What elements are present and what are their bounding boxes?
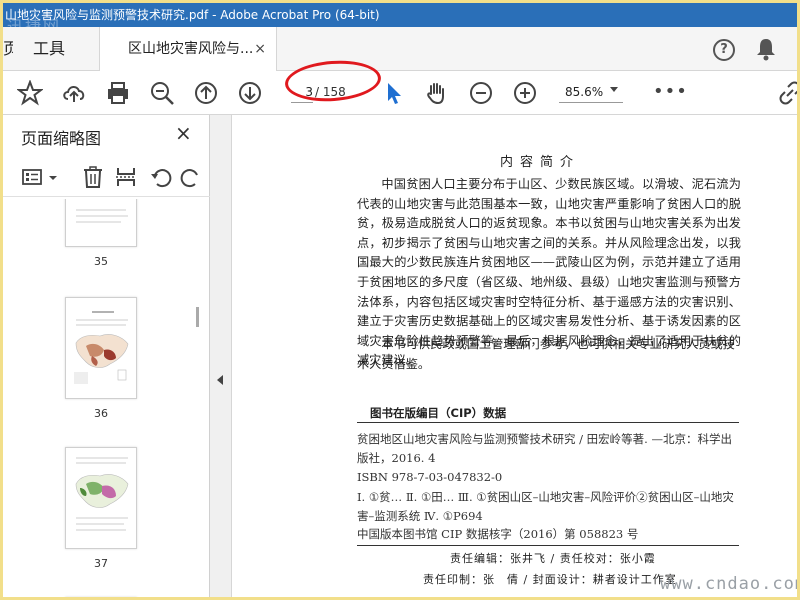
rotate-left-icon[interactable] [149,165,173,189]
chevron-down-icon[interactable] [610,87,618,92]
thumbnail-options-icon[interactable] [21,165,45,189]
panel-toolbar [3,159,210,197]
tab-home[interactable]: 页 [3,27,13,71]
page-heading: 内容简介 [500,155,581,170]
panel-title: 页面缩略图 [21,129,102,148]
bell-icon[interactable] [755,37,777,61]
panel-splitter[interactable] [210,115,232,597]
previous-page-icon[interactable] [193,80,219,106]
pdf-page: 内容简介 中国贫困人口主要分布于山区、少数民族区域。以滑坡、泥石流为代表的山地灾… [232,115,800,597]
print-credits: 责任印制：张 倩 / 封面设计：耕者设计工作室 [423,573,677,586]
tab-tools[interactable]: 工具 [33,27,65,71]
rotate-right-icon[interactable] [179,165,203,189]
thumbnails-panel: 页面缩略图 × 35 36 37 [3,115,210,597]
extract-page-icon[interactable] [114,165,138,189]
toolbar: 3 / 158 85.6% ••• [3,71,797,115]
tab-document[interactable]: 区山地灾害风险与... × [99,27,277,72]
app-window: 山地灾害风险与监测预警技术研究.pdf - Adobe Acrobat Pro … [0,0,800,600]
zoom-in-icon[interactable] [512,80,538,106]
link-icon[interactable] [777,80,797,106]
thumbnail-label: 35 [94,255,108,268]
zoom-level-select[interactable]: 85.6% [559,81,623,103]
thumbnail-list: 35 36 37 [3,199,203,597]
cip-title: 图书在版编目（CIP）数据 [370,406,507,420]
window-title: 山地灾害风险与监测预警技术研究.pdf - Adobe Acrobat Pro … [5,8,380,22]
zoom-out-icon[interactable] [468,80,494,106]
cip-number: 中国版本图书馆 CIP 数据核字（2016）第 058823 号 [357,527,639,541]
audience-paragraph: 本书可供民政或国土管理部门参考，也可供相关专业研究人员或技术人员借鉴。 [357,337,735,371]
editor-credits: 责任编辑：张井飞 / 责任校对：张小霞 [450,552,656,565]
document-view[interactable]: 内容简介 中国贫困人口主要分布于山区、少数民族区域。以滑坡、泥石流为代表的山地灾… [232,115,800,597]
page-thumbnail-37[interactable] [65,447,137,549]
site-url-watermark: www.cndao.com [660,574,800,594]
tab-document-label: 区山地灾害风险与... [128,41,254,57]
close-tab-icon[interactable]: × [254,27,266,71]
hand-tool-icon[interactable] [423,80,449,106]
help-icon[interactable]: ? [713,39,735,61]
thumbnail-label: 37 [94,557,108,570]
page-thumbnail-36[interactable] [65,297,137,399]
cip-classification: Ⅰ. ①贫… Ⅱ. ①田… Ⅲ. ①贫困山区–山地灾害–风险评价②贫困山区–山地… [357,490,734,523]
cip-isbn: ISBN 978-7-03-047832-0 [357,470,503,484]
star-icon[interactable] [16,79,44,106]
next-page-icon[interactable] [237,80,263,106]
tab-bar: 页 工具 区山地灾害风险与... × ? [3,27,797,72]
collapse-panel-icon[interactable] [217,375,223,385]
panel-scrollbar[interactable] [196,307,199,327]
cip-divider-bottom [357,545,739,546]
zoom-search-icon[interactable] [149,80,175,106]
options-chevron-down-icon[interactable] [47,165,59,189]
more-options-icon[interactable]: ••• [653,81,688,102]
delete-page-icon[interactable] [81,165,105,189]
thumbnail-label: 36 [94,407,108,420]
page-thumbnail-35[interactable] [65,199,137,247]
cip-bibliographic: 贫困地区山地灾害风险与监测预警技术研究 / 田宏岭等著. —北京：科学出版社，2… [357,432,732,465]
cip-divider-top [357,422,739,423]
panel-close-icon[interactable]: × [175,121,192,145]
cloud-upload-icon[interactable] [61,80,87,106]
select-cursor-icon[interactable] [381,80,407,106]
print-icon[interactable] [105,80,131,106]
title-bar: 山地灾害风险与监测预警技术研究.pdf - Adobe Acrobat Pro … [3,3,797,27]
